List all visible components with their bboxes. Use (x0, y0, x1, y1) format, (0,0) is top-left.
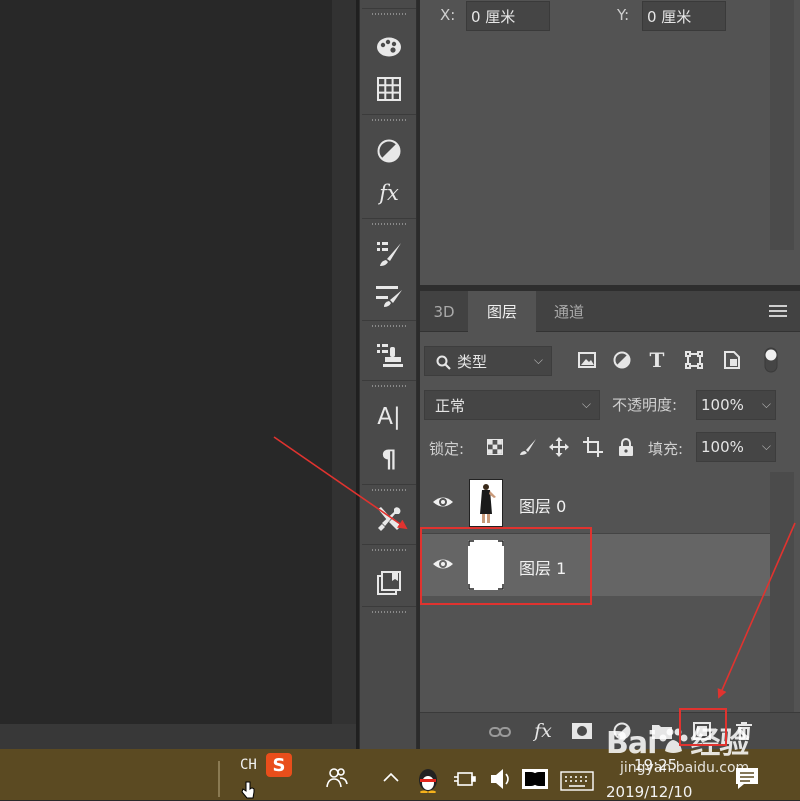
type-tool-label: A| (377, 404, 401, 430)
lock-all-icon[interactable] (615, 436, 637, 458)
brushes-icon[interactable] (372, 278, 406, 312)
fill-label: 填充: (648, 440, 684, 458)
lock-artboard-icon[interactable] (582, 436, 604, 458)
blend-mode-select[interactable]: 正常 ⌵ (424, 390, 600, 420)
opacity-value: 100% (701, 396, 744, 414)
canvas-status-bar (0, 724, 356, 749)
qq-penguin-icon[interactable] (414, 765, 442, 793)
dock-grip[interactable] (362, 8, 416, 18)
paragraph-label: ¶ (381, 445, 397, 473)
selection-corners-icon (468, 540, 504, 590)
chevron-down-icon: ⌵ (581, 397, 591, 411)
add-layer-style-fx-icon[interactable]: fx (528, 718, 558, 744)
document-canvas[interactable] (0, 0, 332, 724)
panel-menu-icon[interactable] (766, 301, 790, 321)
properties-panel (420, 0, 800, 290)
lock-image-pixels-icon[interactable] (517, 436, 539, 458)
y-position-field[interactable]: 0 厘米 (642, 1, 726, 31)
baidu-paw-icon (659, 728, 688, 753)
adjustments-icon[interactable] (372, 134, 406, 168)
x-position-field[interactable]: 0 厘米 (466, 1, 550, 31)
filter-label: 类型 (457, 352, 488, 371)
fx-label: fx (534, 720, 552, 742)
watermark-suffix: 经验 (690, 726, 749, 761)
ime-label: S (272, 754, 286, 776)
canvas-scrollbar[interactable] (332, 0, 356, 724)
layer-name[interactable]: 图层 1 (519, 555, 566, 579)
filter-pixel-icon[interactable] (576, 349, 598, 371)
watermark-brand: Bai 经验 (606, 718, 749, 762)
blend-mode-value: 正常 (435, 396, 466, 415)
visibility-eye-icon[interactable] (431, 492, 455, 512)
filter-shape-icon[interactable] (683, 349, 705, 371)
chevron-down-icon: ⌵ (533, 353, 543, 367)
speaker-volume-icon[interactable] (488, 765, 514, 793)
tab-3d[interactable]: 3D (420, 291, 468, 332)
opacity-field[interactable]: 100% ⌵ (696, 390, 776, 420)
dock-grip[interactable] (362, 484, 416, 494)
filter-smart-object-icon[interactable] (721, 349, 743, 371)
lock-position-icon[interactable] (548, 436, 570, 458)
dock-grip[interactable] (362, 320, 416, 330)
dock-grip[interactable] (362, 114, 416, 124)
y-label: Y: (617, 6, 630, 24)
add-layer-mask-icon[interactable] (570, 720, 594, 742)
layer-row-0[interactable]: 图层 0 (421, 472, 770, 534)
link-layers-icon[interactable] (488, 721, 512, 743)
libraries-icon[interactable] (372, 566, 406, 600)
touch-keyboard-icon[interactable] (560, 771, 594, 791)
chevron-down-icon[interactable]: ⌵ (762, 397, 771, 412)
color-palette-icon[interactable] (372, 30, 406, 64)
layer-thumbnail (468, 540, 504, 590)
dock-grip[interactable] (362, 544, 416, 554)
fill-value: 100% (701, 438, 744, 456)
layer-row-1-selected[interactable]: 图层 1 (421, 534, 770, 596)
clone-source-icon[interactable] (372, 338, 406, 372)
people-icon[interactable] (326, 767, 348, 789)
clock-date[interactable]: 2019/12/10 (606, 783, 692, 801)
layers-scrollbar[interactable] (770, 472, 794, 712)
filter-type-icon[interactable]: T (646, 348, 668, 372)
brush-settings-icon[interactable] (372, 236, 406, 270)
tool-presets-icon[interactable] (372, 502, 406, 536)
chevron-down-icon[interactable]: ⌵ (762, 439, 771, 454)
filter-toggle[interactable] (762, 346, 780, 374)
watermark-url: jingyan.baidu.com (620, 760, 750, 776)
layer-filter-select[interactable]: 类型 ⌵ (424, 346, 552, 376)
taskbar-divider (218, 761, 220, 797)
power-plug-icon[interactable] (452, 769, 476, 789)
input-language[interactable]: CH (240, 757, 257, 773)
fill-field[interactable]: 100% ⌵ (696, 432, 776, 462)
panel-dock-strip: fx A| ¶ (359, 0, 417, 749)
layer-thumbnail (469, 479, 503, 527)
layers-panel-tabs: 3D 图层 通道 (420, 291, 800, 332)
tab-channels[interactable]: 通道 (536, 291, 602, 332)
watermark-brand-text: Bai (606, 726, 657, 761)
dock-grip[interactable] (362, 218, 416, 228)
visibility-eye-icon[interactable] (431, 554, 455, 574)
dolby-icon[interactable] (522, 769, 548, 789)
dock-grip[interactable] (362, 606, 416, 616)
paragraph-panel-icon[interactable]: ¶ (372, 442, 406, 476)
filter-adjustment-icon[interactable] (611, 349, 633, 371)
lock-label: 锁定: (429, 440, 465, 458)
character-panel-icon[interactable]: A| (372, 400, 406, 434)
chevron-up-icon[interactable] (382, 771, 400, 783)
properties-scrollbar[interactable] (770, 0, 794, 250)
tab-layers[interactable]: 图层 (468, 291, 536, 332)
lock-transparent-pixels-icon[interactable] (484, 436, 506, 458)
styles-fx-icon[interactable]: fx (372, 176, 406, 210)
person-photo-icon (480, 484, 496, 523)
layer-name[interactable]: 图层 0 (519, 493, 566, 517)
sogou-ime-icon[interactable]: S (266, 753, 292, 777)
opacity-label: 不透明度: (612, 396, 678, 414)
mouse-cursor-icon (241, 781, 255, 799)
dock-grip[interactable] (362, 380, 416, 390)
swatches-grid-icon[interactable] (372, 72, 406, 106)
search-icon (436, 355, 451, 370)
x-label: X: (440, 6, 456, 24)
